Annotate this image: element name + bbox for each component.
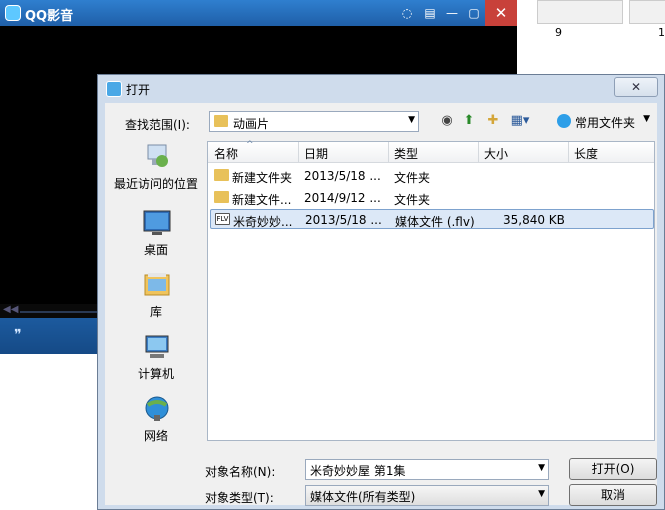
back-icon[interactable]: ◉ [437,111,457,131]
rewind-icon[interactable]: ◀◀ [3,304,18,315]
libraries-icon [144,273,170,296]
globe-icon [557,114,571,128]
common-folders-label: 常用文件夹 [575,116,636,130]
object-name-input[interactable]: 米奇妙妙屋 第1集 ▼ [305,459,549,480]
folder-icon [214,191,229,203]
open-file-dialog: 打开 ✕ 查找范围(I): 动画片 ▼ ◉ ⬆ ✚ ▦▾ 常用文件夹 ▼ 最近访… [97,74,665,510]
player-close-icon[interactable]: ✕ [485,0,517,26]
chevron-down-icon[interactable]: ▼ [408,115,415,125]
place-libraries[interactable]: 库 [111,271,201,327]
place-recent[interactable]: 最近访问的位置 [111,143,201,199]
column-divider [388,142,389,162]
file-type: 媒体文件 (.flv) [395,215,475,229]
column-name[interactable]: 名称 [214,145,238,162]
place-label: 网络 [143,429,168,443]
place-computer[interactable]: 计算机 [111,333,201,389]
place-label: 最近访问的位置 [113,177,198,191]
file-row-folder-1[interactable]: 新建文件夹 2013/5/18 ... 文件夹 [210,166,654,186]
look-in-value: 动画片 [233,117,270,131]
network-icon [145,396,169,421]
file-name: 新建文件... [232,193,292,207]
new-folder-icon[interactable]: ✚ [483,111,503,131]
look-in-dropdown[interactable]: 动画片 ▼ [209,111,419,132]
object-name-label: 对象名称(N): [205,465,276,479]
file-date: 2014/9/12 ... [304,191,381,205]
place-label: 桌面 [143,243,168,257]
open-button[interactable]: 打开(O) [569,458,657,480]
file-row-flv[interactable]: FLV 米奇妙妙... 2013/5/18 ... 媒体文件 (.flv) 35… [210,209,654,229]
dialog-title: 打开 [126,83,151,97]
sort-arrow-icon: ^ [246,140,254,150]
file-date: 2013/5/18 ... [304,169,381,183]
chevron-down-icon[interactable]: ▼ [538,463,545,473]
column-size[interactable]: 大小 [484,145,508,162]
dialog-close-button[interactable]: ✕ [614,77,658,97]
playlist-icon[interactable]: ▤ [419,3,441,23]
cancel-button[interactable]: 取消 [569,484,657,506]
chevron-down-icon[interactable]: ▼ [538,489,545,499]
up-folder-icon[interactable]: ⬆ [459,111,479,131]
file-name: 米奇妙妙... [233,215,293,229]
file-list[interactable]: 名称 ^ 日期 类型 大小 长度 新建文件夹 2013/5/18 ... 文件夹… [207,140,655,441]
file-name: 新建文件夹 [232,171,293,185]
object-type-select[interactable]: 媒体文件(所有类型) ▼ [305,485,549,506]
qq-player-logo-icon [5,5,21,21]
column-date[interactable]: 日期 [304,145,328,162]
look-in-label: 查找范围(I): [125,118,190,132]
column-divider [298,142,299,162]
view-menu-icon[interactable]: ▦▾ [508,111,532,131]
skin-icon[interactable]: ◌ [396,3,418,23]
object-name-value: 米奇妙妙屋 第1集 [310,464,406,478]
place-network[interactable]: 网络 [111,395,201,451]
thumbnail-number: 9 [555,26,562,39]
column-divider [478,142,479,162]
dialog-title-bar: 打开 ✕ [98,75,664,103]
computer-icon [145,335,169,358]
thumbnail-10[interactable] [629,0,665,24]
chevron-down-icon: ▼ [643,114,650,124]
thumbnail-number: 1 [658,26,665,39]
column-header-row: 名称 ^ 日期 类型 大小 长度 [208,140,654,163]
minimize-icon[interactable]: — [441,3,463,23]
player-title-bar: QQ影音 ◌ ▤ — ▢ ✕ [0,0,517,26]
folder-icon [214,115,228,127]
player-title: QQ影音 [25,9,74,24]
object-type-label: 对象类型(T): [205,491,274,505]
maximize-icon[interactable]: ▢ [463,3,485,23]
column-type[interactable]: 类型 [394,145,418,162]
folder-icon [214,169,229,181]
thumbnail-strip [517,0,665,74]
file-row-folder-2[interactable]: 新建文件... 2014/9/12 ... 文件夹 [210,188,654,208]
column-length[interactable]: 长度 [574,145,598,162]
place-label: 计算机 [137,367,174,381]
place-desktop[interactable]: 桌面 [111,209,201,265]
column-divider [568,142,569,162]
common-folders-button[interactable]: 常用文件夹 ▼ [553,111,653,132]
footprint-icon[interactable]: ❞ [14,327,22,343]
object-type-value: 媒体文件(所有类型) [310,490,416,504]
places-bar: 最近访问的位置 桌面 库 计算机 网络 [111,141,201,443]
file-type: 文件夹 [394,171,431,185]
thumbnail-9[interactable] [537,0,623,24]
recent-places-icon [147,144,168,167]
file-date: 2013/5/18 ... [305,213,382,227]
file-size: 35,840 KB [503,213,565,227]
file-type: 文件夹 [394,193,431,207]
desktop-icon [143,210,171,235]
dialog-body: 查找范围(I): 动画片 ▼ ◉ ⬆ ✚ ▦▾ 常用文件夹 ▼ 最近访问的位置 [105,103,657,506]
place-label: 库 [149,305,162,319]
flv-file-icon: FLV [215,213,230,225]
dialog-app-icon [106,81,122,97]
